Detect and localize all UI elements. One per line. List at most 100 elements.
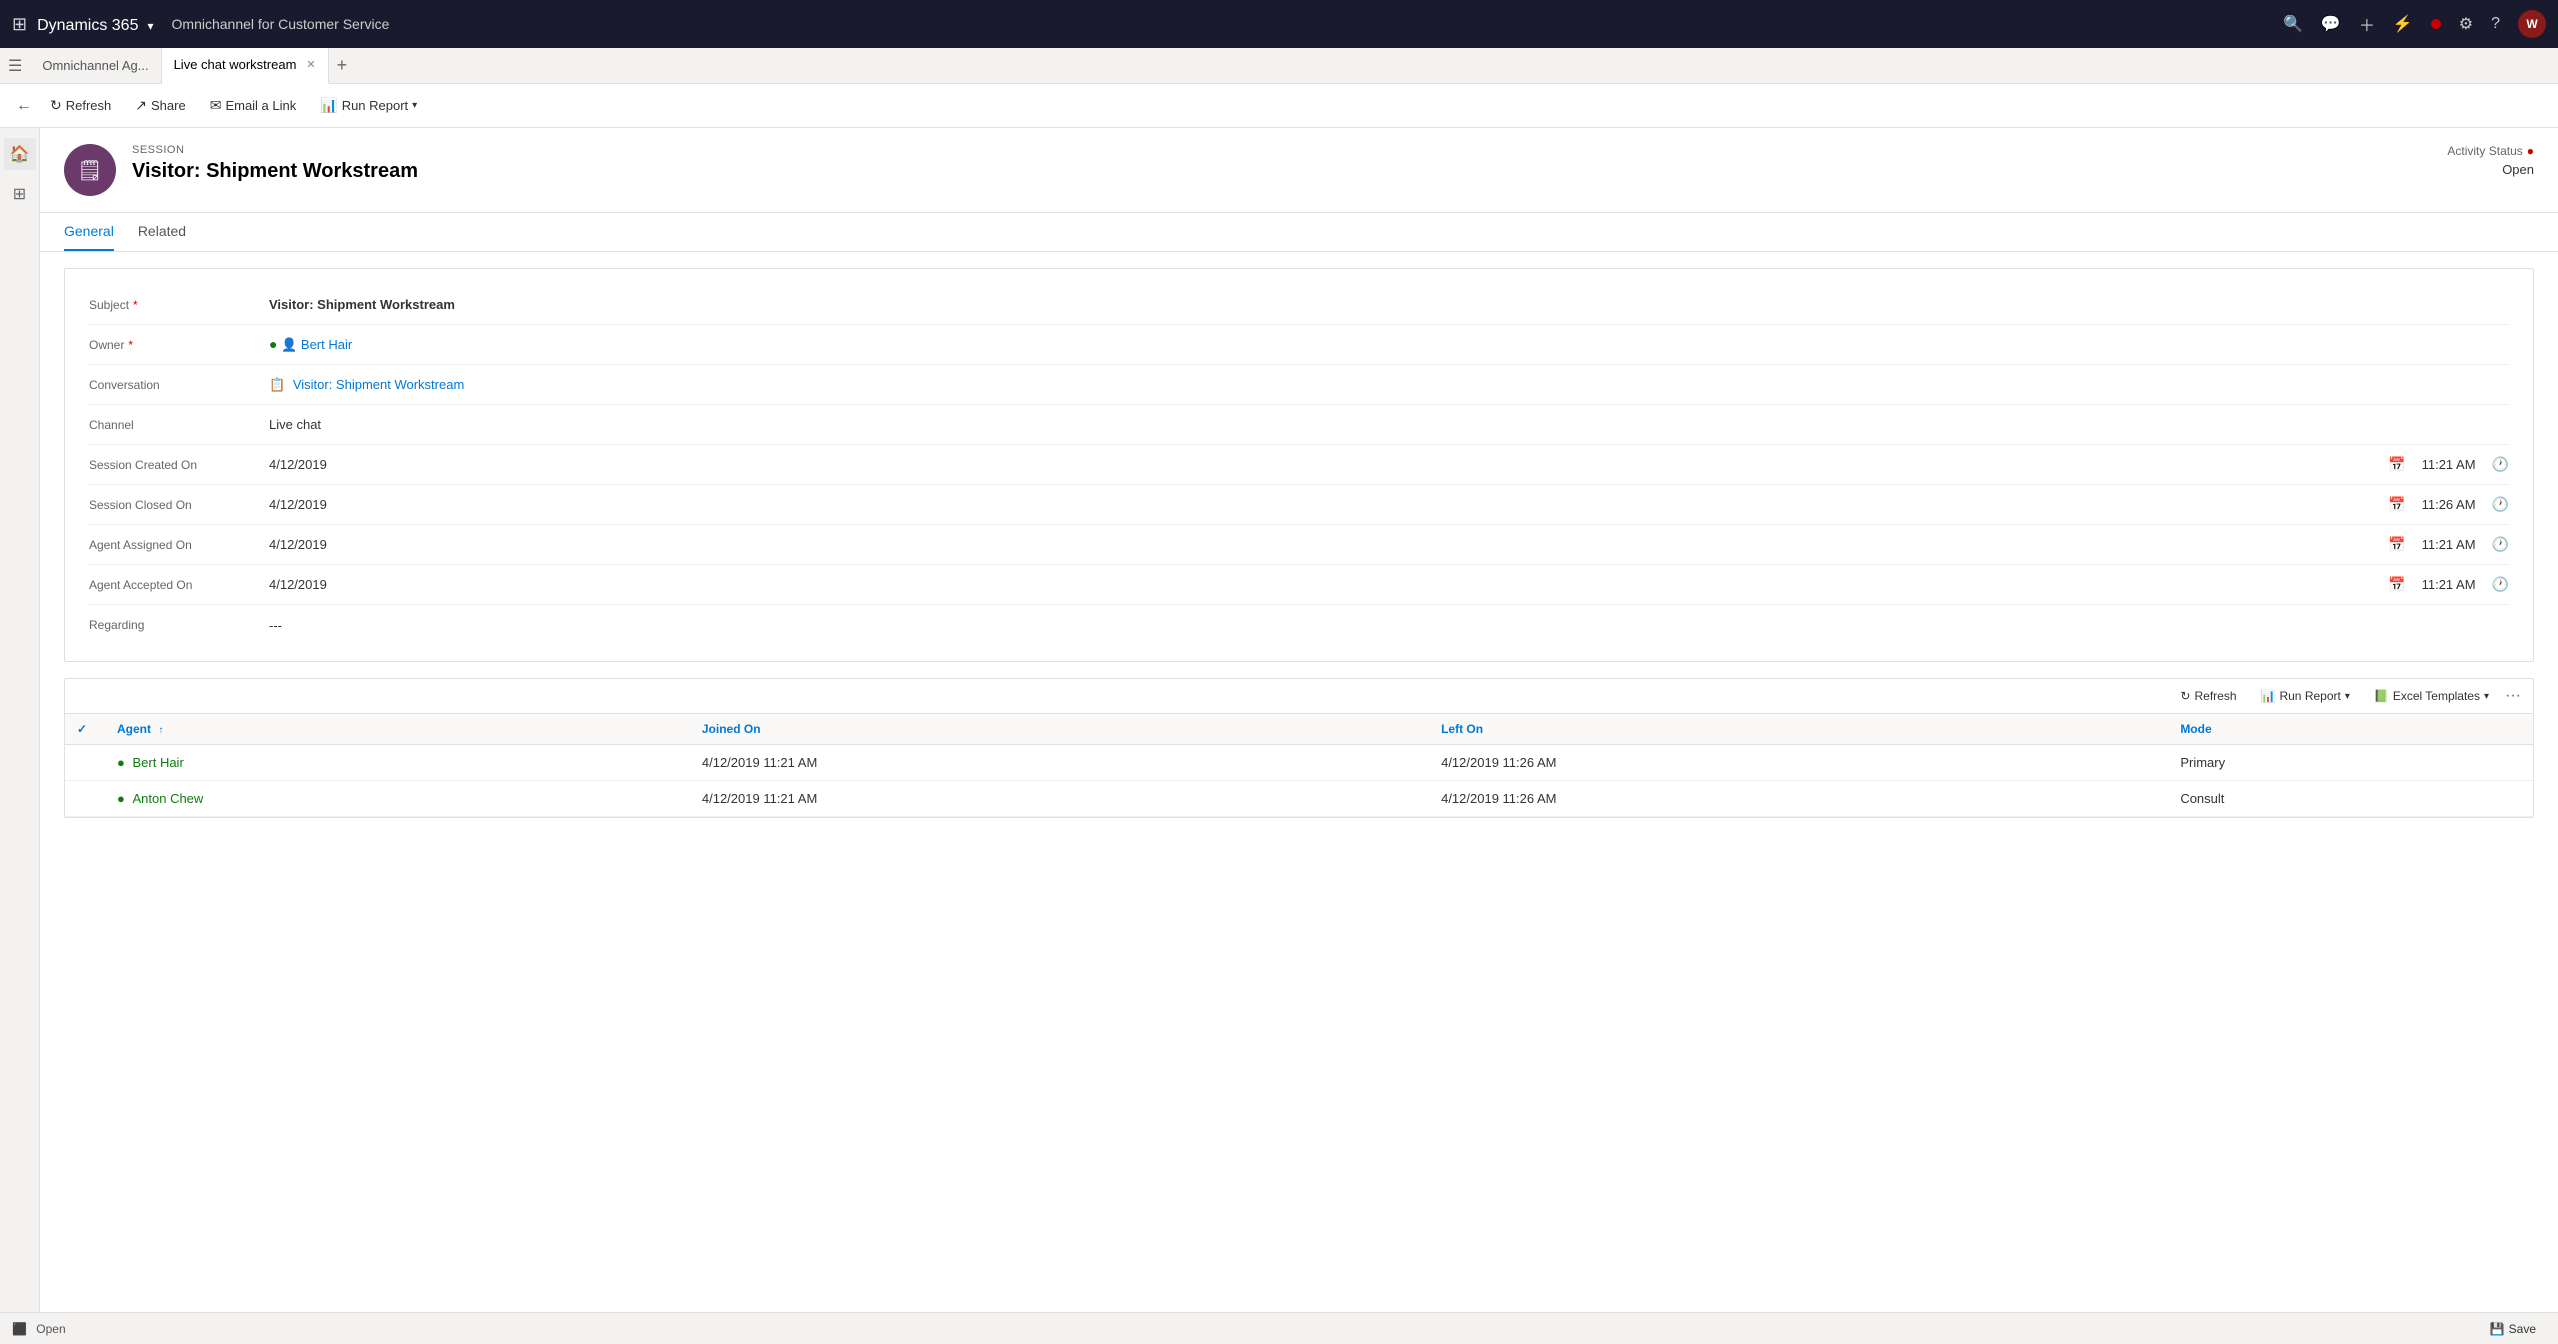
session-created-cal-icon[interactable]: 📅: [2388, 456, 2405, 473]
subgrid-run-report-icon: 📊: [2261, 689, 2276, 703]
session-created-value: 4/12/2019 📅 11:21 AM 🕐: [269, 456, 2509, 473]
status-bar-right: 💾 Save: [2480, 1318, 2546, 1340]
tab-related[interactable]: Related: [138, 213, 186, 251]
row2-agent: ● Anton Chew: [105, 781, 690, 817]
back-button[interactable]: ←: [12, 95, 36, 117]
session-closed-label: Session Closed On: [89, 498, 269, 512]
check-icon: ✓: [77, 722, 87, 736]
row1-check[interactable]: [65, 745, 105, 781]
session-closed-clock-icon[interactable]: 🕐: [2492, 496, 2509, 513]
toolbar: ← ↻ Refresh ↗ Share ✉ Email a Link 📊 Run…: [0, 84, 2558, 128]
row2-agent-link[interactable]: Anton Chew: [132, 791, 203, 806]
row1-joinedon: 4/12/2019 11:21 AM: [690, 745, 1429, 781]
tab-add-button[interactable]: +: [329, 55, 356, 76]
refresh-button[interactable]: ↻ Refresh: [40, 93, 121, 118]
app-title: Dynamics 365 ▾: [37, 14, 157, 35]
form-row-conversation: Conversation 📋 Visitor: Shipment Workstr…: [89, 365, 2509, 405]
activity-status-value: Open: [2447, 162, 2534, 177]
sidebar-home-icon[interactable]: 🏠: [4, 138, 36, 170]
filter-button[interactable]: ⚡: [2393, 14, 2413, 34]
tab-omnichannel-label: Omnichannel Ag...: [42, 58, 148, 73]
search-button[interactable]: 🔍: [2283, 14, 2303, 34]
regarding-label: Regarding: [89, 618, 269, 632]
add-button[interactable]: ＋: [2359, 12, 2375, 36]
subgrid-joinedon-header[interactable]: Joined On: [690, 714, 1429, 745]
subgrid-table: ✓ Agent ↑ Joined On Left On: [65, 714, 2533, 817]
status-bar: ⬛ Open 💾 Save: [0, 1312, 2558, 1344]
session-created-datetime: 4/12/2019 📅 11:21 AM 🕐: [269, 456, 2509, 473]
session-created-label: Session Created On: [89, 458, 269, 472]
conversation-value: 📋 Visitor: Shipment Workstream: [269, 377, 2509, 393]
agent-accepted-cal-icon[interactable]: 📅: [2388, 576, 2405, 593]
row1-lefton: 4/12/2019 11:26 AM: [1429, 745, 2168, 781]
subgrid-excel-button[interactable]: 📗 Excel Templates ▾: [2366, 685, 2497, 707]
form-row-regarding: Regarding ---: [89, 605, 2509, 645]
tab-bar: ☰ Omnichannel Ag... Live chat workstream…: [0, 48, 2558, 84]
table-row: ● Anton Chew 4/12/2019 11:21 AM 4/12/201…: [65, 781, 2533, 817]
tab-livechat[interactable]: Live chat workstream ✕: [162, 48, 329, 84]
settings-button[interactable]: ⚙: [2459, 14, 2473, 34]
tab-omnichannel[interactable]: Omnichannel Ag...: [30, 48, 161, 84]
agent-assigned-date: 4/12/2019: [269, 537, 2380, 552]
row2-check[interactable]: [65, 781, 105, 817]
record-icon-symbol: 🗒: [77, 158, 102, 183]
session-closed-cal-icon[interactable]: 📅: [2388, 496, 2405, 513]
form-row-agent-assigned: Agent Assigned On 4/12/2019 📅 11:21 AM 🕐: [89, 525, 2509, 565]
owner-link[interactable]: Bert Hair: [301, 337, 352, 352]
record-name: Visitor: Shipment Workstream: [132, 160, 418, 183]
row2-lefton: 4/12/2019 11:26 AM: [1429, 781, 2168, 817]
agent-accepted-clock-icon[interactable]: 🕐: [2492, 576, 2509, 593]
save-button[interactable]: 💾 Save: [2480, 1318, 2546, 1340]
user-avatar[interactable]: W: [2518, 10, 2546, 38]
sidebar-toggle[interactable]: ☰: [8, 56, 22, 76]
agent-assigned-clock-icon[interactable]: 🕐: [2492, 536, 2509, 553]
help-bot-button[interactable]: 💬: [2321, 14, 2341, 34]
sidebar-record-icon[interactable]: ⊞: [4, 178, 36, 210]
tab-general[interactable]: General: [64, 213, 114, 251]
agent-assigned-value: 4/12/2019 📅 11:21 AM 🕐: [269, 536, 2509, 553]
form-row-channel: Channel Live chat: [89, 405, 2509, 445]
subgrid-run-report-button[interactable]: 📊 Run Report ▾: [2253, 685, 2358, 707]
subgrid-toolbar: ↻ Refresh 📊 Run Report ▾ 📗 Excel Templat…: [65, 679, 2533, 714]
session-created-clock-icon[interactable]: 🕐: [2492, 456, 2509, 473]
row1-agent-link[interactable]: Bert Hair: [132, 755, 183, 770]
subgrid-more-button[interactable]: ···: [2505, 687, 2521, 705]
mode-header-label: Mode: [2180, 722, 2211, 736]
email-link-label: Email a Link: [225, 98, 296, 113]
subgrid-agent-header[interactable]: Agent ↑: [105, 714, 690, 745]
grid-icon[interactable]: ⊞: [12, 14, 27, 35]
subgrid-excel-icon: 📗: [2374, 689, 2389, 703]
email-link-button[interactable]: ✉ Email a Link: [200, 93, 307, 118]
subject-value[interactable]: Visitor: Shipment Workstream: [269, 297, 2509, 312]
status-indicator: [2431, 19, 2441, 29]
tab-livechat-label: Live chat workstream: [174, 57, 297, 72]
app-title-chevron[interactable]: ▾: [147, 19, 153, 33]
row2-agent-dot: ●: [117, 791, 125, 806]
regarding-value: ---: [269, 618, 2509, 633]
subgrid-check-header[interactable]: ✓: [65, 714, 105, 745]
form-row-owner: Owner * ● 👤 Bert Hair: [89, 325, 2509, 365]
tab-close-icon[interactable]: ✕: [306, 58, 315, 71]
agent-sort-icon: ↑: [158, 725, 163, 736]
form-row-session-created: Session Created On 4/12/2019 📅 11:21 AM …: [89, 445, 2509, 485]
run-report-button[interactable]: 📊 Run Report ▾: [310, 93, 427, 118]
agent-assigned-cal-icon[interactable]: 📅: [2388, 536, 2405, 553]
help-button[interactable]: ?: [2491, 15, 2500, 33]
conversation-link[interactable]: Visitor: Shipment Workstream: [293, 377, 464, 392]
activity-status-label: Activity Status ●: [2447, 144, 2534, 158]
row2-joinedon: 4/12/2019 11:21 AM: [690, 781, 1429, 817]
app-title-text: Dynamics 365: [37, 17, 138, 34]
subgrid-run-report-chevron: ▾: [2345, 691, 2350, 702]
form-section: Subject * Visitor: Shipment Workstream O…: [64, 268, 2534, 662]
subject-label: Subject *: [89, 298, 269, 312]
subgrid-header-row: ✓ Agent ↑ Joined On Left On: [65, 714, 2533, 745]
subgrid-mode-header[interactable]: Mode: [2168, 714, 2533, 745]
tab-general-label: General: [64, 223, 114, 239]
subgrid-lefton-header[interactable]: Left On: [1429, 714, 2168, 745]
status-bar-text: Open: [36, 1322, 65, 1336]
share-button[interactable]: ↗ Share: [125, 93, 195, 118]
subgrid-refresh-icon: ↻: [2180, 689, 2190, 703]
subgrid-section: ↻ Refresh 📊 Run Report ▾ 📗 Excel Templat…: [64, 678, 2534, 818]
subgrid-refresh-button[interactable]: ↻ Refresh: [2172, 685, 2244, 707]
refresh-label: Refresh: [66, 98, 112, 113]
